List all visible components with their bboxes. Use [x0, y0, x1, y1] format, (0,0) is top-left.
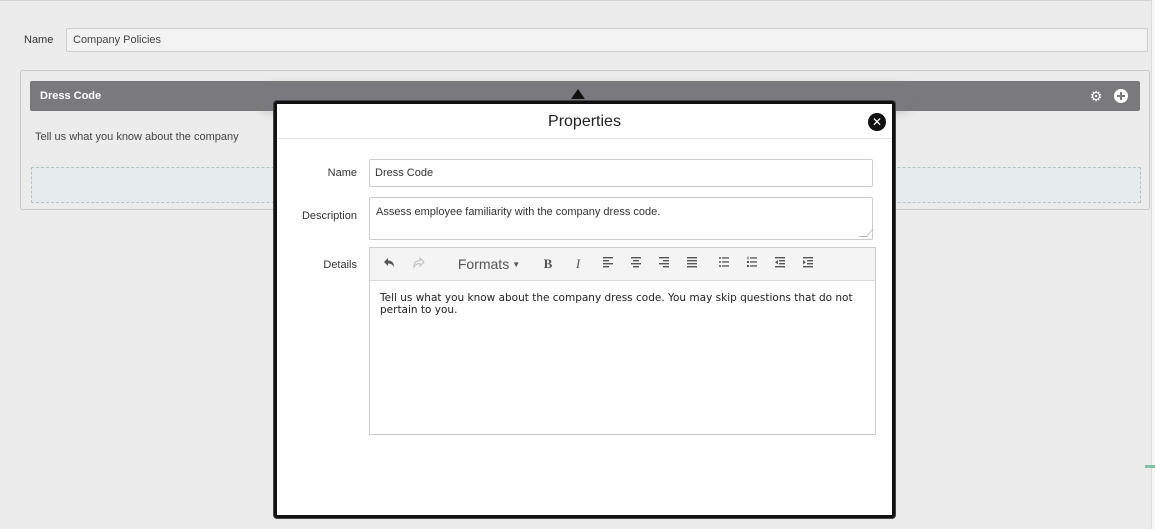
section-title: Dress Code [40, 90, 102, 102]
properties-dialog: Properties ✕ Name Dress Code Description… [274, 101, 895, 518]
name-label: Name [24, 34, 54, 46]
dialog-description-label: Description [301, 210, 357, 222]
align-justify-icon[interactable] [686, 256, 702, 272]
italic-icon[interactable]: I [570, 256, 586, 272]
section-description: Tell us what you know about the company [35, 131, 239, 143]
editor-content[interactable]: Tell us what you know about the company … [380, 292, 865, 316]
chevron-down-icon: ▼ [512, 260, 521, 270]
gear-icon[interactable]: ⚙ [1088, 88, 1104, 104]
dialog-pointer [571, 89, 585, 99]
align-right-icon[interactable] [658, 256, 674, 272]
top-border [0, 0, 1155, 1]
close-icon[interactable]: ✕ [868, 113, 886, 131]
numbered-list-icon[interactable] [746, 256, 762, 272]
dialog-description-input[interactable]: Assess employee familiarity with the com… [369, 197, 874, 240]
accent-marker [1145, 465, 1155, 468]
rich-text-editor: Formats ▼ B I Tell us what you know abou… [369, 247, 876, 435]
dialog-details-label: Details [323, 259, 357, 271]
dialog-name-label: Name [327, 167, 357, 179]
dialog-divider [277, 138, 892, 139]
editor-toolbar: Formats ▼ B I [370, 248, 875, 281]
align-left-icon[interactable] [602, 256, 618, 272]
window-edge [1151, 0, 1155, 529]
dialog-title: Properties [548, 113, 621, 130]
name-field[interactable]: Company Policies [66, 28, 1148, 52]
indent-icon[interactable] [802, 256, 818, 272]
outdent-icon[interactable] [774, 256, 790, 272]
dialog-description-text: Assess employee familiarity with the com… [376, 206, 661, 218]
name-row: Name Company Policies [24, 28, 1150, 54]
undo-icon[interactable] [382, 256, 398, 272]
bullet-list-icon[interactable] [718, 256, 734, 272]
resize-handle-icon[interactable] [858, 229, 874, 237]
formats-label: Formats [457, 256, 510, 272]
dialog-name-input[interactable]: Dress Code [369, 159, 873, 187]
add-circle-icon[interactable] [1113, 88, 1129, 104]
formats-dropdown[interactable]: Formats ▼ [450, 256, 528, 272]
bold-icon[interactable]: B [540, 256, 556, 272]
align-center-icon[interactable] [630, 256, 646, 272]
redo-icon[interactable] [412, 256, 428, 272]
